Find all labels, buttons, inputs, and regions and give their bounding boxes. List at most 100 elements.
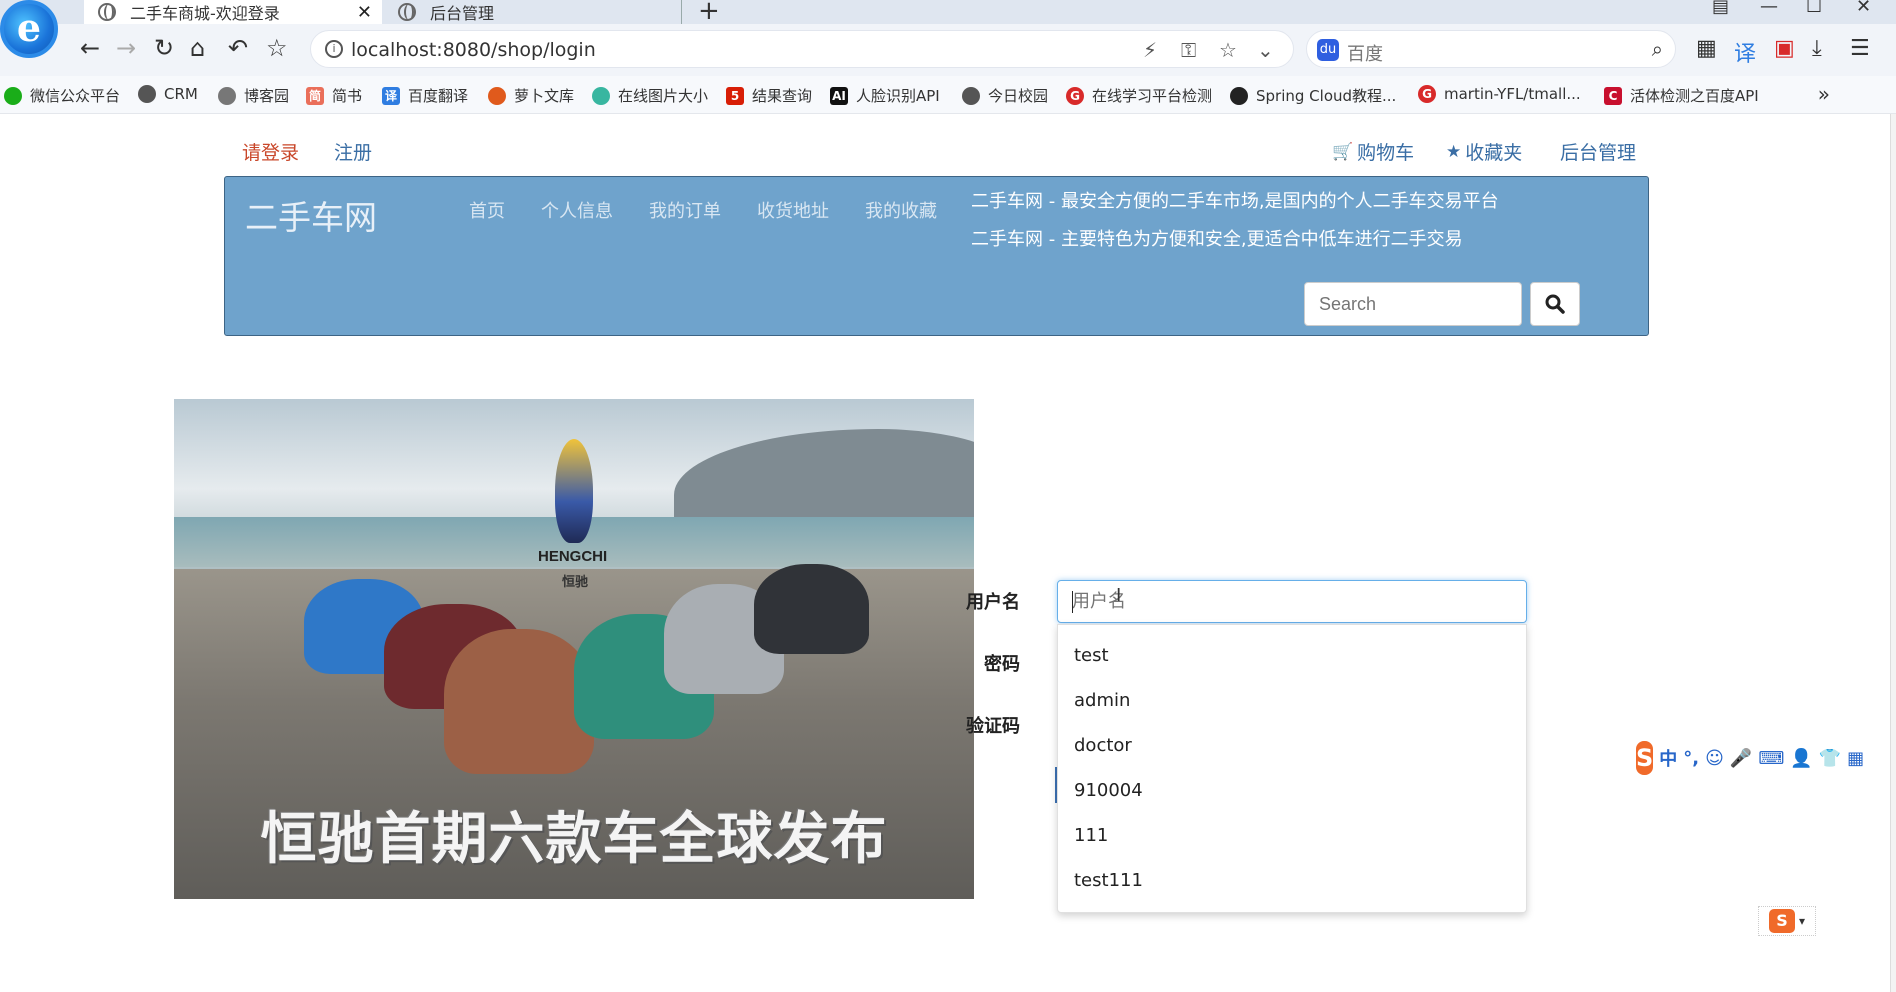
number-five-icon: 5: [726, 86, 744, 105]
baidu-icon: du: [1317, 39, 1339, 61]
globe-icon: [138, 85, 156, 103]
pdf-icon[interactable]: ▣: [1774, 36, 1795, 61]
favorites-link[interactable]: ★ 收藏夹: [1446, 138, 1522, 165]
text-cursor-icon: I: [1116, 585, 1122, 606]
download-icon[interactable]: ⤓: [1812, 36, 1822, 61]
nav-profile[interactable]: 个人信息: [541, 197, 613, 223]
suggestion-item[interactable]: test111: [1074, 870, 1143, 891]
bookmark-item[interactable]: 博客园: [218, 85, 289, 106]
bookmark-item[interactable]: 译百度翻译: [382, 85, 468, 106]
wechat-icon: [4, 86, 22, 105]
translate-icon: 译: [382, 86, 400, 105]
username-input[interactable]: [1057, 580, 1527, 623]
info-icon[interactable]: i: [325, 40, 343, 58]
site-search-button[interactable]: [1530, 282, 1580, 326]
globe-icon: [962, 86, 980, 105]
tab-admin[interactable]: 后台管理: [384, 0, 682, 24]
username-label: 用户名: [966, 592, 1020, 613]
menu-icon[interactable]: ☰: [1850, 36, 1870, 61]
ime-mini-toolbar[interactable]: S ▾: [1758, 906, 1816, 936]
suggestion-item[interactable]: 111: [1074, 825, 1108, 846]
nav-favorites[interactable]: 我的收藏: [865, 197, 937, 223]
bookmark-item[interactable]: 简简书: [306, 85, 362, 106]
tab-title: 二手车商城-欢迎登录: [130, 4, 280, 23]
search-icon: [1545, 294, 1565, 314]
address-url[interactable]: localhost:8080/shop/login: [351, 39, 596, 61]
register-link[interactable]: 注册: [334, 138, 372, 165]
new-tab-button[interactable]: +: [698, 0, 720, 26]
admin-link[interactable]: 后台管理: [1560, 138, 1636, 165]
bookmark-item[interactable]: 微信公众平台: [4, 85, 120, 106]
bookmark-item[interactable]: 在线图片大小: [592, 85, 708, 106]
translate-icon[interactable]: 译: [1734, 36, 1756, 68]
reload-icon[interactable]: ↻: [154, 36, 174, 60]
window-menu-icon[interactable]: ▤: [1712, 0, 1729, 17]
favorite-star-icon[interactable]: ☆: [1219, 38, 1237, 62]
password-label: 密码: [984, 654, 1020, 675]
ai-icon: AI: [830, 86, 848, 105]
g-icon: G: [1066, 86, 1084, 105]
site-search-input[interactable]: [1304, 282, 1522, 326]
close-tab-icon[interactable]: ✕: [357, 2, 372, 23]
punctuation-icon[interactable]: °,: [1683, 748, 1699, 769]
sogou-icon[interactable]: S: [1636, 741, 1654, 775]
suggestion-item[interactable]: 910004: [1074, 780, 1143, 801]
chinese-mode-icon[interactable]: 中: [1659, 745, 1677, 771]
microphone-icon[interactable]: 🎤: [1730, 748, 1752, 769]
bookmark-item[interactable]: CRM: [138, 85, 198, 103]
chevron-down-icon[interactable]: ▾: [1799, 914, 1805, 928]
forward-icon[interactable]: →: [116, 36, 136, 60]
suggestion-item[interactable]: test: [1074, 645, 1109, 666]
chevron-down-icon[interactable]: ⌄: [1257, 38, 1274, 62]
bookmark-item[interactable]: G 在线学习平台检测: [1066, 85, 1212, 106]
bookmark-item[interactable]: 萝卜文库: [488, 85, 574, 106]
bookmark-item[interactable]: C 活体检测之百度API: [1604, 85, 1759, 106]
brand-logo-icon: [555, 439, 593, 543]
lightning-icon[interactable]: ⚡: [1143, 38, 1157, 62]
text-caret: [1072, 591, 1073, 613]
browser-search-box[interactable]: du 百度 ⌕: [1306, 30, 1676, 68]
blog-icon: [218, 86, 236, 105]
more-bookmarks-icon[interactable]: »: [1818, 82, 1830, 106]
promo-banner: HENGCHI 恒驰 恒驰首期六款车全球发布: [174, 399, 974, 899]
undo-icon[interactable]: ↶: [228, 36, 248, 60]
search-icon[interactable]: ⌕: [1652, 37, 1663, 61]
home-icon[interactable]: ⌂: [190, 36, 205, 60]
banner-brand-cn: 恒驰: [562, 575, 589, 590]
emoji-icon[interactable]: ☺: [1705, 748, 1724, 769]
bookmark-item[interactable]: Gmartin-YFL/tmall...: [1418, 85, 1581, 103]
site-brand[interactable]: 二手车网: [245, 191, 377, 239]
browser-toolbar: ← → ↻ ⌂ ↶ ☆ i localhost:8080/shop/login …: [0, 24, 1896, 76]
search-engine-name: 百度: [1347, 44, 1383, 65]
nav-orders[interactable]: 我的订单: [649, 197, 721, 223]
scrollbar[interactable]: [1890, 114, 1896, 992]
key-icon[interactable]: ⚿: [1181, 38, 1196, 62]
slogan-line: 二手车网 - 最安全方便的二手车市场,是国内的个人二手车交易平台: [971, 191, 1499, 212]
window-close-icon[interactable]: ✕: [1856, 0, 1871, 17]
bookmark-item[interactable]: AI 人脸识别API: [830, 85, 940, 106]
keyboard-icon[interactable]: ⌨: [1758, 748, 1784, 769]
cart-link[interactable]: 🛒 购物车: [1332, 138, 1414, 165]
banner-brand: HENGCHI: [538, 548, 608, 565]
skin-icon[interactable]: 👕: [1819, 748, 1841, 769]
suggestion-item[interactable]: doctor: [1074, 735, 1132, 756]
cart-icon: 🛒: [1332, 141, 1354, 162]
bookmark-item[interactable]: 5 结果查询: [726, 85, 812, 106]
bookmark-star-icon[interactable]: ☆: [266, 36, 288, 60]
qr-code-icon[interactable]: ▦: [1696, 36, 1717, 61]
user-icon[interactable]: 👤: [1790, 748, 1812, 769]
nav-address[interactable]: 收货地址: [757, 197, 829, 223]
tab-login[interactable]: 二手车商城-欢迎登录 ✕: [84, 0, 382, 24]
back-icon[interactable]: ←: [80, 36, 100, 60]
sogou-icon[interactable]: S: [1768, 909, 1795, 933]
minimize-icon[interactable]: —: [1760, 0, 1778, 17]
maximize-icon[interactable]: ☐: [1806, 0, 1822, 17]
bookmark-item[interactable]: Spring Cloud教程...: [1230, 85, 1396, 106]
login-link[interactable]: 请登录: [242, 138, 299, 165]
address-bar[interactable]: i localhost:8080/shop/login ⚡ ⚿ ☆ ⌄: [310, 30, 1294, 68]
nav-home[interactable]: 首页: [469, 197, 505, 223]
suggestion-item[interactable]: admin: [1074, 690, 1130, 711]
bookmark-item[interactable]: 今日校园: [962, 85, 1048, 106]
browser-logo-icon: e: [0, 0, 58, 58]
grid-icon[interactable]: ▦: [1847, 748, 1864, 769]
